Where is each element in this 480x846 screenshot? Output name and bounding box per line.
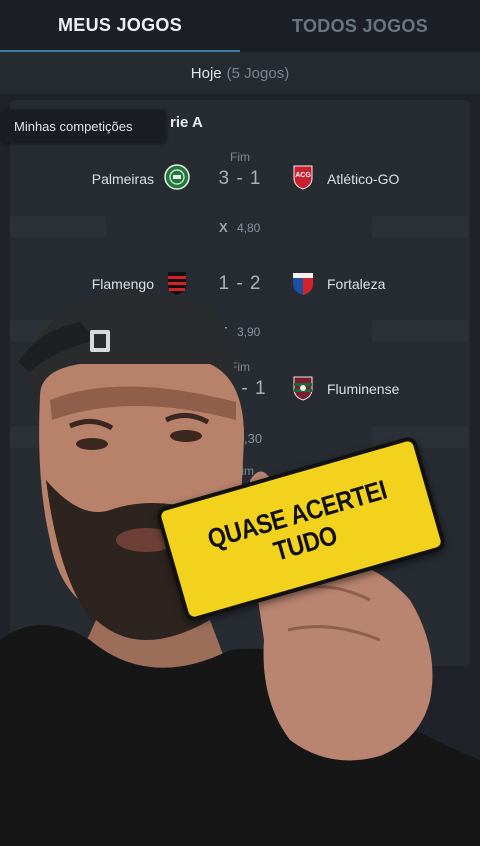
flamengo-crest-icon xyxy=(168,272,186,295)
atletico-go-crest-icon: ACG xyxy=(293,165,313,190)
day-label: Hoje xyxy=(190,64,222,82)
match-score: 1 - 2 xyxy=(218,273,262,294)
tab-todos-jogos[interactable]: TODOS JOGOS xyxy=(240,0,480,52)
fortaleza-crest-icon xyxy=(293,273,313,295)
svg-text:ACG: ACG xyxy=(295,172,311,179)
match-score: - 1 xyxy=(241,378,267,399)
match-score: 3 - 1 xyxy=(218,168,262,189)
odd-draw-value[interactable]: ,30 xyxy=(244,431,262,446)
day-selector[interactable]: Hoje (5 Jogos) xyxy=(0,52,480,94)
odd-home-button[interactable] xyxy=(10,426,106,448)
fluminense-crest-icon xyxy=(293,376,313,401)
palmeiras-crest-icon xyxy=(164,164,190,190)
odds-row: X 3,90 xyxy=(0,320,480,346)
competition-title[interactable]: rie A xyxy=(170,114,203,131)
odds-row: X 4,80 xyxy=(0,216,480,242)
match-status: Fim xyxy=(234,464,254,478)
home-team-name: Palmeiras xyxy=(91,171,154,187)
match-status: Fim xyxy=(230,360,250,374)
odd-draw-label: X xyxy=(219,324,228,339)
odd-home-button[interactable] xyxy=(10,320,106,342)
away-team-name: Fortaleza xyxy=(327,276,386,292)
odd-draw-value[interactable]: 3,90 xyxy=(237,325,260,339)
match-status: Fim xyxy=(230,150,250,164)
away-team-name: Fluminense xyxy=(327,381,400,397)
odd-away-button[interactable] xyxy=(372,320,468,342)
tooltip: Minhas competições xyxy=(2,110,166,142)
home-team-name: Flamengo xyxy=(91,276,154,292)
away-team-name: Atlético-GO xyxy=(327,171,400,187)
odd-draw-value[interactable]: 4,80 xyxy=(237,221,260,235)
odd-draw-label: X xyxy=(219,220,228,235)
games-count: (5 Jogos) xyxy=(226,64,290,82)
odd-away-button[interactable] xyxy=(372,216,468,238)
tab-bar: MEUS JOGOS TODOS JOGOS xyxy=(0,0,480,52)
odd-home-button[interactable] xyxy=(10,216,106,238)
tab-meus-jogos[interactable]: MEUS JOGOS xyxy=(0,0,240,52)
